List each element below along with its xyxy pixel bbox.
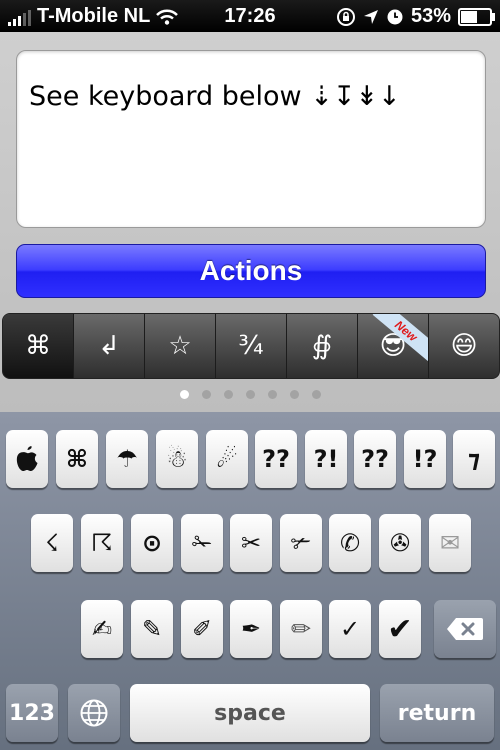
numbers-key-label: 123 <box>9 700 55 726</box>
pencil-key[interactable]: ✎ <box>131 600 173 658</box>
double-question-glyph-2: ?? <box>361 445 389 473</box>
double-question-glyph: ?? <box>262 445 290 473</box>
double-question-key[interactable]: ?? <box>255 430 297 488</box>
page-dot <box>267 390 277 399</box>
envelope-key[interactable]: ✉ <box>429 514 471 572</box>
backspace-icon <box>447 618 483 640</box>
apple-icon <box>16 446 38 471</box>
interrobang-key[interactable]: ?! <box>305 430 347 488</box>
tironian-et-glyph: ⁊ <box>467 445 481 473</box>
scissors-icon: ✁ <box>191 529 213 557</box>
symbol-keyboard: ⌘ ☂ ☃ ☄ ?? ?! ?? !? ⁊ ☇ ☈ ⊙ ✁ ✂ ✃ ✆ ✇ ✉ … <box>0 412 500 750</box>
heavy-check-icon: ✔ <box>387 611 413 647</box>
pencil-upright-key[interactable]: ✐ <box>181 600 223 658</box>
thunderstorm-icon: ☈ <box>91 529 113 557</box>
page-dot-active <box>179 390 189 399</box>
nib-icon: ✒ <box>240 615 262 643</box>
battery-percent: 53% <box>410 5 451 27</box>
space-key-label: space <box>214 700 286 726</box>
page-dot <box>289 390 299 399</box>
exclamation-question-glyph: !? <box>412 445 438 473</box>
tab-command[interactable]: ⌘ <box>3 314 74 378</box>
tape-drive-icon: ✇ <box>389 529 411 557</box>
thunderstorm-key[interactable]: ☈ <box>81 514 123 572</box>
category-tab-bar: ⌘ ↲ ☆ ¾ ∯ 😎 New 😄 <box>2 313 500 379</box>
check-key[interactable]: ✓ <box>329 600 371 658</box>
umbrella-icon: ☂ <box>116 445 138 473</box>
status-icons: 53% <box>336 5 495 28</box>
tab-emoji[interactable]: 😄 <box>429 314 499 378</box>
fraction-icon: ¾ <box>238 331 264 361</box>
page-dot <box>201 390 211 399</box>
return-key-label: return <box>397 700 477 726</box>
scissors-icon-2: ✂ <box>240 529 262 557</box>
scissors-key[interactable]: ✁ <box>181 514 223 572</box>
page-dot <box>223 390 233 399</box>
smiley-icon: 😄 <box>450 331 478 361</box>
globe-icon <box>80 699 108 727</box>
alarm-clock-icon <box>387 9 403 24</box>
scissors-key-3[interactable]: ✃ <box>280 514 322 572</box>
page-dot <box>245 390 255 399</box>
lightning-key[interactable]: ☇ <box>31 514 73 572</box>
space-key[interactable]: space <box>130 684 370 742</box>
double-question-key-2[interactable]: ?? <box>354 430 396 488</box>
tab-fractions[interactable]: ¾ <box>216 314 287 378</box>
interrobang-glyph: ?! <box>313 445 339 473</box>
page-indicator <box>0 390 500 399</box>
envelope-icon: ✉ <box>439 529 461 557</box>
pen-icon: ✏ <box>290 615 312 643</box>
tab-arrows[interactable]: ↲ <box>74 314 145 378</box>
pen-key[interactable]: ✏ <box>280 600 322 658</box>
text-input-field[interactable]: See keyboard below ⇣↧↡↓ <box>16 50 486 228</box>
return-arrow-icon: ↲ <box>98 331 120 361</box>
scissors-key-2[interactable]: ✂ <box>230 514 272 572</box>
telephone-icon: ✆ <box>339 529 361 557</box>
writing-hand-icon: ✍ <box>91 615 113 643</box>
integral-icon: ∯ <box>311 331 333 361</box>
command-key-icon: ⌘ <box>65 445 89 473</box>
page-dot <box>311 390 321 399</box>
battery-icon <box>458 7 495 26</box>
app-content: See keyboard below ⇣↧↡↓ Actions ⌘ ↲ ☆ ¾ … <box>0 32 500 412</box>
pencil-icon: ✎ <box>141 615 163 643</box>
command-key[interactable]: ⌘ <box>56 430 98 488</box>
pencil-upright-icon: ✐ <box>191 615 213 643</box>
circled-dot-icon: ⊙ <box>141 529 163 557</box>
snowman-icon: ☃ <box>166 445 188 473</box>
text-input-value: See keyboard below ⇣↧↡↓ <box>29 81 401 112</box>
writing-hand-key[interactable]: ✍ <box>81 600 123 658</box>
lightning-icon: ☇ <box>45 529 59 557</box>
tape-drive-key[interactable]: ✇ <box>379 514 421 572</box>
comet-key[interactable]: ☄ <box>206 430 248 488</box>
location-icon <box>363 9 378 24</box>
command-icon: ⌘ <box>25 331 51 361</box>
status-bar: T-Mobile NL 17:26 53% <box>0 0 500 32</box>
globe-key[interactable] <box>68 684 120 742</box>
tab-stars[interactable]: ☆ <box>145 314 216 378</box>
snowman-key[interactable]: ☃ <box>156 430 198 488</box>
numbers-key[interactable]: 123 <box>6 684 58 742</box>
actions-button[interactable]: Actions <box>16 244 486 298</box>
check-icon: ✓ <box>339 615 361 643</box>
backspace-key[interactable] <box>434 600 496 658</box>
star-icon: ☆ <box>168 331 192 361</box>
tab-emoji-new[interactable]: 😎 New <box>358 314 429 378</box>
tironian-et-key[interactable]: ⁊ <box>453 430 495 488</box>
tab-math[interactable]: ∯ <box>287 314 358 378</box>
rotation-lock-icon <box>336 7 355 26</box>
umbrella-key[interactable]: ☂ <box>106 430 148 488</box>
exclamation-question-key[interactable]: !? <box>404 430 446 488</box>
heavy-check-key[interactable]: ✔ <box>379 600 421 658</box>
circled-dot-key[interactable]: ⊙ <box>131 514 173 572</box>
return-key[interactable]: return <box>380 684 494 742</box>
nib-key[interactable]: ✒ <box>230 600 272 658</box>
scissors-icon-3: ✃ <box>290 529 312 557</box>
comet-icon: ☄ <box>216 445 238 473</box>
telephone-key[interactable]: ✆ <box>329 514 371 572</box>
apple-key[interactable] <box>6 430 48 488</box>
